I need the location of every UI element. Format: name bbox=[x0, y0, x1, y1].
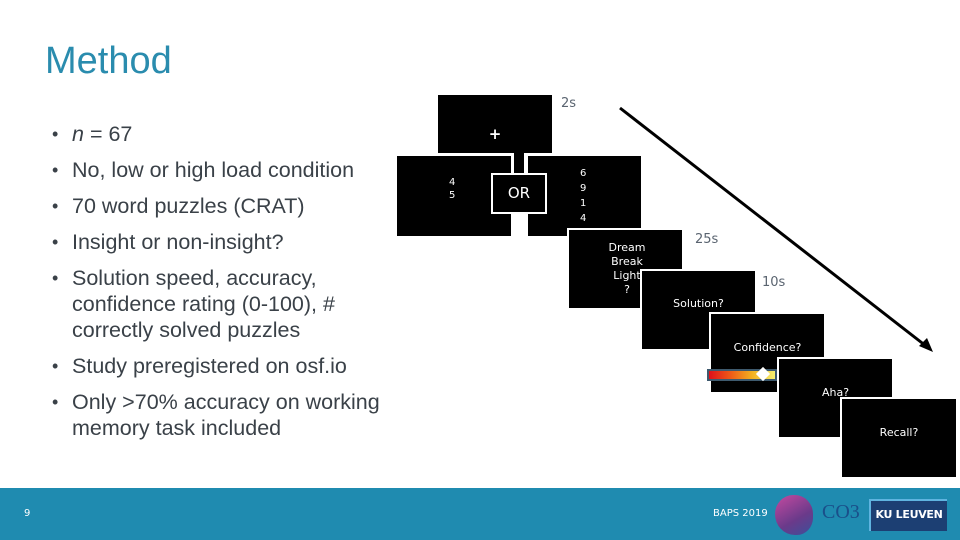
bullet-sample-size: n = 67 bbox=[52, 121, 397, 147]
fixation-screen: + bbox=[438, 95, 552, 153]
puzzle-word: Dream bbox=[608, 241, 646, 254]
method-bullet-list: n = 67 No, low or high load condition 70… bbox=[52, 121, 397, 451]
bullet-preregistered: Study preregistered on osf.io bbox=[52, 353, 397, 379]
bullet-load-condition: No, low or high load condition bbox=[52, 157, 397, 183]
digit: 4 bbox=[580, 213, 587, 224]
fixation-cross: + bbox=[488, 125, 502, 143]
co3-blob-logo-icon bbox=[775, 495, 813, 535]
or-label: OR bbox=[507, 184, 531, 202]
solution-duration: 10s bbox=[762, 275, 786, 290]
digit: 5 bbox=[449, 190, 456, 201]
puzzle-word: Break bbox=[611, 255, 643, 268]
bullet-inclusion: Only >70% accuracy on working memory tas… bbox=[52, 389, 397, 441]
conference-label: BAPS 2019 bbox=[713, 508, 768, 519]
recall-screen: Recall? bbox=[840, 397, 958, 479]
solution-prompt: Solution? bbox=[673, 297, 724, 310]
digit: 9 bbox=[580, 183, 587, 194]
bullet-text: = 67 bbox=[83, 122, 133, 146]
digit: 1 bbox=[580, 198, 587, 209]
page-number: 9 bbox=[24, 508, 31, 519]
footer-bar: 9 BAPS 2019 CO3 KU LEUVEN bbox=[0, 488, 960, 540]
bullet-measures: Solution speed, accuracy, confidence rat… bbox=[52, 265, 397, 343]
connector-line bbox=[512, 153, 526, 173]
time-arrow-head bbox=[919, 338, 933, 352]
co3-logo: CO3 bbox=[822, 501, 860, 523]
confidence-prompt: Confidence? bbox=[733, 341, 802, 354]
bullet-word-puzzles: 70 word puzzles (CRAT) bbox=[52, 193, 397, 219]
fixation-duration: 2s bbox=[561, 96, 577, 111]
slide-title: Method bbox=[45, 40, 172, 82]
or-box: OR bbox=[491, 173, 547, 214]
bullet-insight: Insight or non-insight? bbox=[52, 229, 397, 255]
recall-prompt: Recall? bbox=[879, 426, 919, 439]
n-variable: n bbox=[72, 122, 84, 146]
puzzle-duration: 25s bbox=[695, 232, 719, 247]
ku-leuven-logo: KU LEUVEN bbox=[869, 499, 947, 531]
digit: 4 bbox=[449, 177, 456, 188]
digit: 6 bbox=[580, 168, 587, 179]
